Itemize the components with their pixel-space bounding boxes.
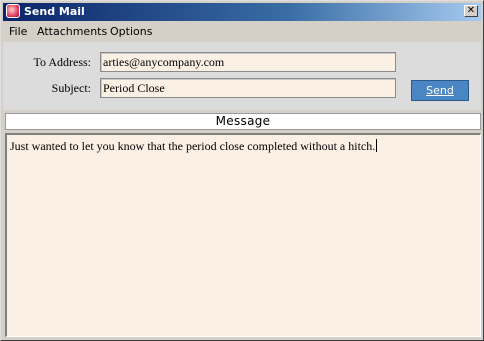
mail-app-icon (6, 4, 20, 18)
message-body-text: Just wanted to let you know that the per… (10, 139, 376, 153)
title-bar[interactable]: Send Mail ✕ (3, 3, 481, 21)
to-address-label: To Address: (33, 55, 92, 69)
text-cursor (376, 139, 378, 152)
close-button[interactable]: ✕ (464, 5, 478, 17)
send-mail-window: Send Mail ✕ File Attachments Options To … (0, 0, 484, 341)
menu-file[interactable]: File (9, 24, 27, 40)
header-form: To Address: Subject: Send (3, 42, 481, 110)
subject-input[interactable] (100, 78, 396, 98)
to-address-input[interactable] (100, 52, 396, 72)
menu-attachments[interactable]: Attachments (37, 24, 107, 40)
menu-bar: File Attachments Options (3, 22, 481, 41)
subject-label: Subject: (51, 81, 91, 95)
message-header: Message (5, 113, 481, 130)
window-title: Send Mail (24, 5, 85, 18)
send-button[interactable]: Send (411, 80, 469, 101)
menu-options[interactable]: Options (110, 24, 152, 40)
message-body-textarea[interactable]: Just wanted to let you know that the per… (5, 133, 481, 337)
close-icon: ✕ (466, 5, 476, 16)
